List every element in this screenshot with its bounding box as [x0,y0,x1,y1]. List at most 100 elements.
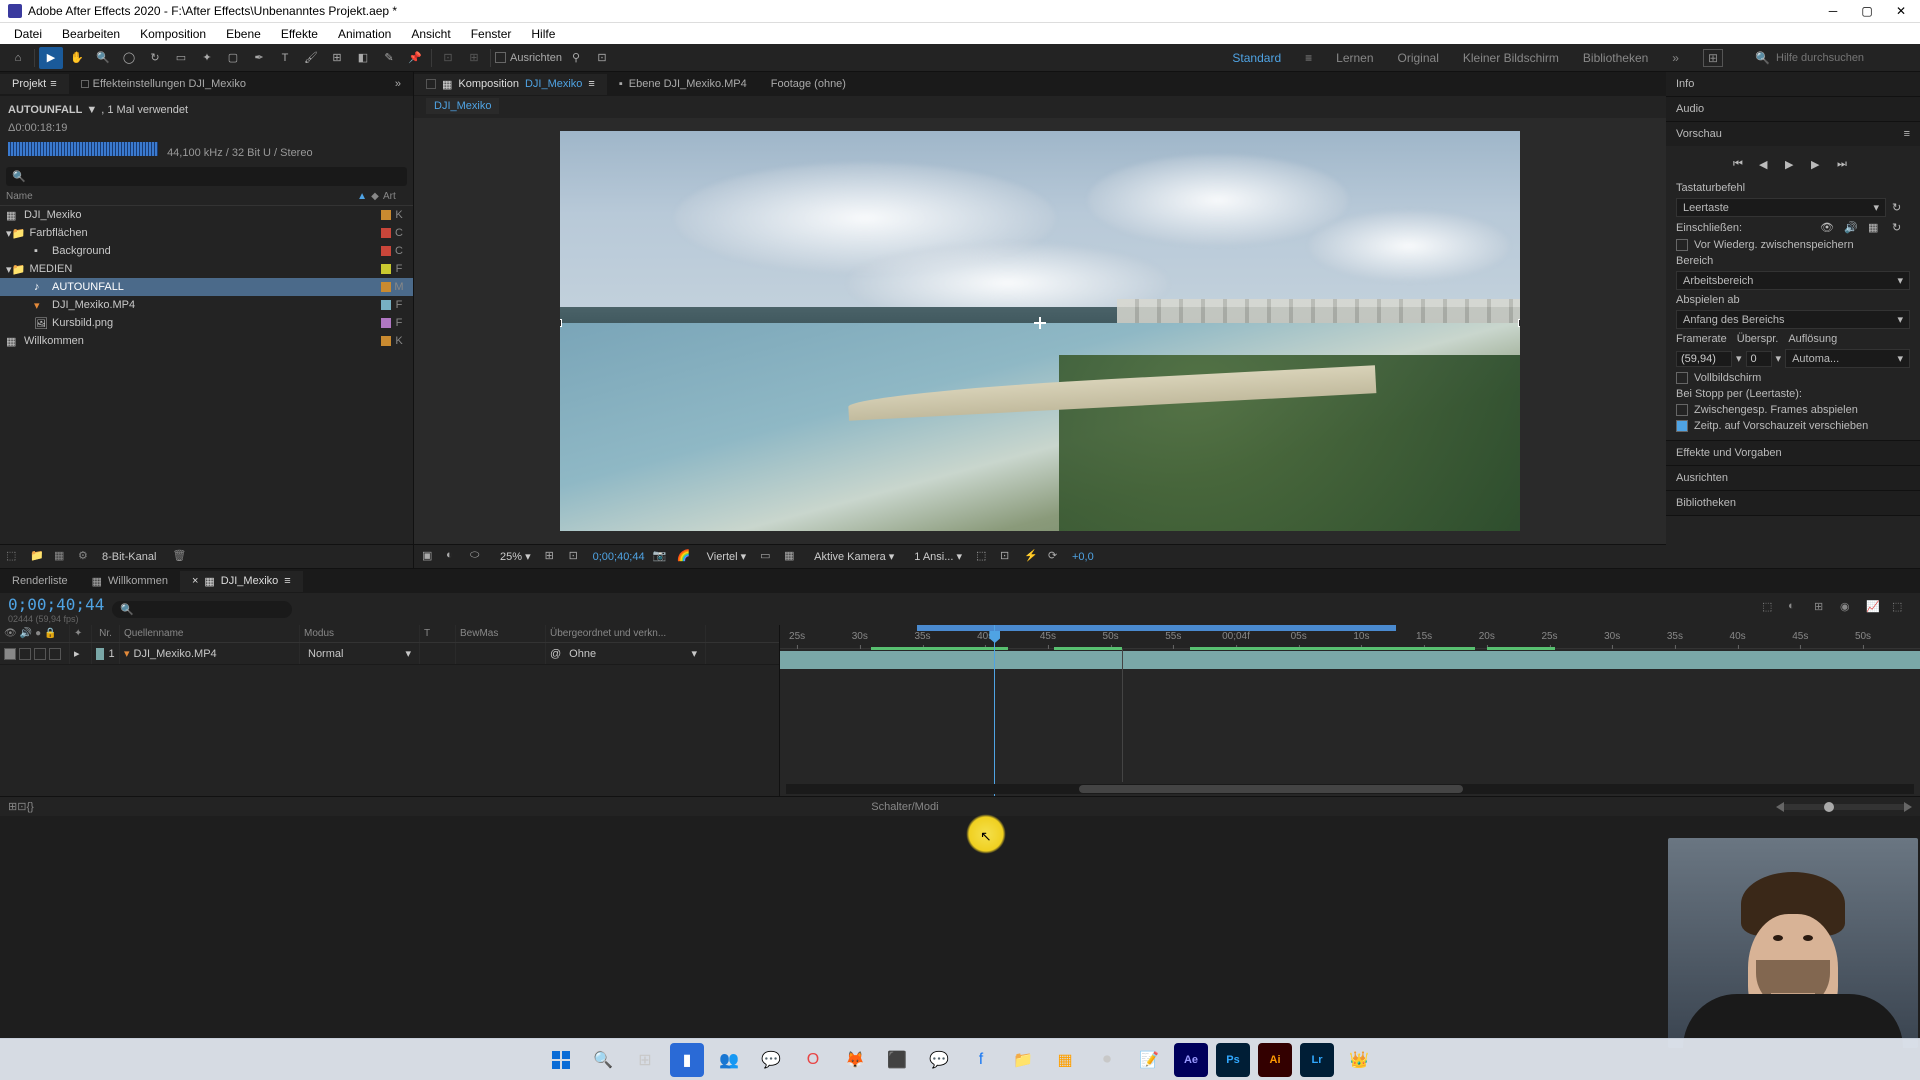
parent-dropdown[interactable]: Ohne▾ [565,647,701,660]
framerate-input[interactable] [1676,351,1732,367]
project-tree[interactable]: ▦DJI_MexikoK ▾📁FarbflächenC ▪BackgroundC… [0,206,413,544]
frame-blend-icon[interactable]: ⊞ [1814,600,1834,618]
audio-include-icon[interactable]: 🔊 [1844,221,1862,235]
panel-info[interactable]: Info [1666,72,1920,96]
maximize-button[interactable]: ▢ [1860,4,1874,18]
col-art[interactable]: Art [383,191,407,202]
tree-item-background[interactable]: ▪BackgroundC [0,242,413,260]
bit-depth[interactable]: 8-Bit-Kanal [102,551,156,563]
taskbar-explorer-icon[interactable]: ▮ [670,1043,704,1077]
tab-footage[interactable]: Footage (ohne) [759,74,858,94]
help-search-input[interactable] [1776,52,1906,64]
channel-icon[interactable]: ◐ [446,549,462,565]
interpret-icon[interactable]: ⬚ [6,549,22,565]
motion-blur-icon[interactable]: ◉ [1840,600,1860,618]
taskbar-teams-icon[interactable]: 👥 [712,1043,746,1077]
timeline-icon[interactable]: ⟳ [1048,549,1064,565]
color-mgmt-icon[interactable]: 🌈 [677,549,693,565]
workspace-kleiner[interactable]: Kleiner Bildschirm [1463,51,1559,65]
taskbar-taskview-icon[interactable]: ⊞ [628,1043,662,1077]
last-frame-button[interactable]: ⏭ [1837,158,1853,174]
menu-ansicht[interactable]: Ansicht [401,25,460,43]
pen-tool[interactable]: ✒ [247,47,271,69]
workspace-lernen[interactable]: Lernen [1336,51,1373,65]
tree-item-dji-mp4[interactable]: ▾DJI_Mexiko.MP4F [0,296,413,314]
hand-tool[interactable]: ✋ [65,47,89,69]
layer-row-1[interactable]: ▸ 1 ▾DJI_Mexiko.MP4 Normal▾ @Ohne▾ [0,643,779,665]
timeline-tracks[interactable]: 25s 30s 35s 40s 45s 50s 55s 00;04f 05s 1… [780,625,1920,796]
composition-viewer[interactable] [414,118,1666,544]
snap-grid-icon[interactable]: ⊡ [590,47,614,69]
layer-bar[interactable] [780,651,1920,669]
taskbar-app2-icon[interactable]: ▦ [1048,1043,1082,1077]
panel-ausrichten[interactable]: Ausrichten [1666,466,1920,490]
help-search[interactable]: 🔍 [1747,49,1914,67]
sort-icon[interactable]: ▲ [357,191,367,202]
puppet-tool[interactable]: 📌 [403,47,427,69]
viewer-time[interactable]: 0;00;40;44 [593,551,645,563]
minimize-button[interactable]: ─ [1826,4,1840,18]
next-frame-button[interactable]: ▶ [1811,158,1827,174]
range-dropdown[interactable]: Arbeitsbereich▾ [1676,271,1910,290]
panel-bibliotheken[interactable]: Bibliotheken [1666,491,1920,515]
timeline-scrollbar[interactable] [786,784,1914,794]
taskbar-obs-icon[interactable]: ⏺ [1090,1043,1124,1077]
playhead[interactable] [994,625,995,796]
menu-bearbeiten[interactable]: Bearbeiten [52,25,130,43]
grid-icon[interactable]: ⊡ [569,549,585,565]
project-search[interactable]: 🔍 [6,167,407,186]
lock-toggle[interactable] [49,648,61,660]
brackets-icon[interactable]: {} [26,801,33,813]
menu-komposition[interactable]: Komposition [130,25,216,43]
home-tool[interactable]: ⌂ [6,47,30,69]
taskbar-whatsapp-icon[interactable]: 💬 [754,1043,788,1077]
workspace-bibliotheken[interactable]: Bibliotheken [1583,51,1648,65]
tree-item-autounfall[interactable]: ♪AUTOUNFALLM [0,278,413,296]
mask-icon[interactable]: ⬭ [470,549,486,565]
renderer-icon[interactable]: ⊡ [1000,549,1016,565]
text-tool[interactable]: T [273,47,297,69]
tree-item-willkommen[interactable]: ▦WillkommenK [0,332,413,350]
menu-effekte[interactable]: Effekte [271,25,328,43]
zoom-in-icon[interactable] [1904,802,1912,812]
tab-ebene[interactable]: ▪ Ebene DJI_Mexiko.MP4 [607,74,759,94]
alpha-icon[interactable]: ▣ [422,549,438,565]
prev-frame-button[interactable]: ◀ [1759,158,1775,174]
reset-icon[interactable]: ↻ [1892,201,1910,215]
zoom-out-icon[interactable] [1776,802,1784,812]
taskbar-ai-icon[interactable]: Ai [1258,1043,1292,1077]
orbit-tool[interactable]: ◯ [117,47,141,69]
rotate-tool[interactable]: ↻ [143,47,167,69]
skip-input[interactable] [1746,351,1772,367]
snap-options-icon[interactable]: ⚲ [564,47,588,69]
breadcrumb-item[interactable]: DJI_Mexiko [426,98,499,114]
taskbar-facebook-icon[interactable]: f [964,1043,998,1077]
new-comp-icon[interactable]: ▦ [54,549,70,565]
tree-item-kursbild[interactable]: 🖼Kursbild.pngF [0,314,413,332]
selection-handle[interactable] [1518,319,1520,327]
pickwhip-icon[interactable]: @ [550,648,561,660]
shy-icon[interactable]: ◐ [1788,600,1808,618]
fullscreen-checkbox[interactable] [1676,372,1688,384]
snap-icon[interactable]: ⬚ [1892,600,1912,618]
current-timecode[interactable]: 0;00;40;44 [8,595,104,614]
cachedframes-checkbox[interactable] [1676,404,1688,416]
roi-icon[interactable]: ▭ [760,549,776,565]
menu-datei[interactable]: Datei [4,25,52,43]
settings-icon[interactable]: ⚙ [78,549,94,565]
toggle-modes-icon[interactable]: ⊡ [17,800,26,813]
play-button[interactable]: ▶ [1785,158,1801,174]
workspace-menu-icon[interactable]: ≡ [1305,51,1312,65]
timeline-search[interactable]: 🔍 [112,601,292,618]
eraser-tool[interactable]: ◧ [351,47,375,69]
panel-effekte-vorgaben[interactable]: Effekte und Vorgaben [1666,441,1920,465]
res-icon[interactable]: ⊞ [545,549,561,565]
taskbar-messenger-icon[interactable]: 💬 [922,1043,956,1077]
snap-toggle[interactable]: Ausrichten [495,52,562,64]
brush-tool[interactable]: 🖌 [299,47,323,69]
playfrom-dropdown[interactable]: Anfang des Bereichs▾ [1676,310,1910,329]
anchor-tool[interactable]: ✦ [195,47,219,69]
selection-tool[interactable]: ▶ [39,47,63,69]
solo-toggle[interactable] [34,648,46,660]
lock-icon[interactable] [426,79,436,89]
